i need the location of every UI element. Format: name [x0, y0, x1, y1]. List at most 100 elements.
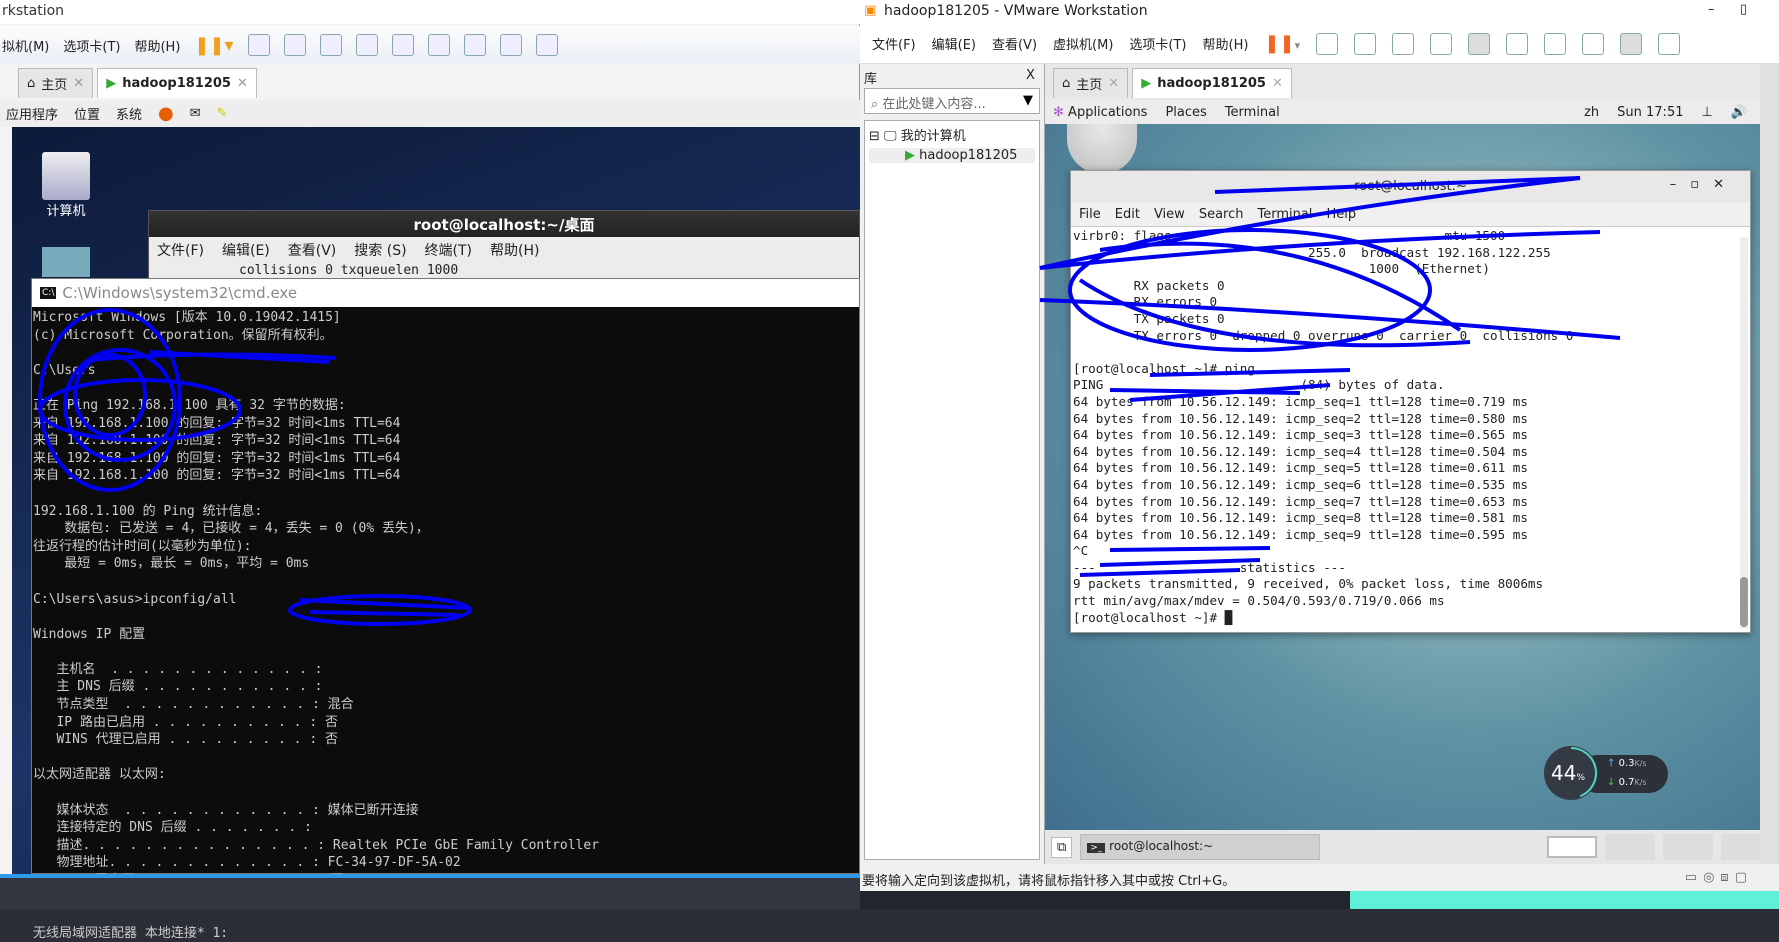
clock[interactable]: Sun 17:51: [1617, 105, 1683, 120]
snapshot-icon[interactable]: [283, 34, 306, 56]
firefox-icon[interactable]: ●: [158, 103, 174, 124]
menu-search[interactable]: Search: [1199, 207, 1244, 222]
applications-menu[interactable]: ✻ Applications: [1053, 105, 1147, 120]
message-icon[interactable]: ▢: [1735, 870, 1753, 885]
menu-terminal[interactable]: Terminal: [1257, 207, 1312, 222]
unity-icon[interactable]: [499, 34, 522, 56]
terminal-line: 64 bytes from 10.56.12.149: icmp_seq=8 t…: [1073, 510, 1528, 526]
send-keys-icon[interactable]: [247, 34, 270, 56]
workspace-2[interactable]: [1605, 834, 1655, 860]
network-adapter-icon[interactable]: ⧈: [1720, 870, 1734, 885]
menu-view[interactable]: 查看(V): [992, 34, 1037, 53]
terminal-menu[interactable]: Terminal: [1225, 105, 1280, 120]
hdd-icon[interactable]: ▭: [1685, 870, 1703, 885]
cmd-line: IP 路由已启用 . . . . . . . . . . : 否: [33, 714, 338, 730]
library-view-icon[interactable]: [1468, 32, 1491, 55]
menu-help[interactable]: Help: [1326, 207, 1356, 222]
stretch-icon[interactable]: [1658, 32, 1681, 55]
menu-view[interactable]: View: [1154, 207, 1185, 222]
close-icon[interactable]: ✕: [1272, 76, 1283, 91]
close-icon[interactable]: ✕: [1108, 76, 1119, 91]
chevron-down-icon[interactable]: ▼: [1023, 93, 1033, 108]
library-search-input[interactable]: ⌕ 在此处键入内容... ▼: [864, 88, 1040, 114]
library-view-icon[interactable]: [391, 34, 414, 56]
notes-icon[interactable]: ✎: [217, 106, 228, 121]
minimize-icon[interactable]: –: [1708, 2, 1715, 17]
volume-icon[interactable]: 🔊: [1731, 105, 1747, 120]
places-menu[interactable]: Places: [1165, 105, 1206, 120]
menu-file[interactable]: 文件(F): [872, 34, 916, 53]
tab-hadoop[interactable]: ▶ hadoop181205 ✕: [97, 68, 257, 98]
snapshot-icon[interactable]: [1354, 32, 1377, 55]
close-icon[interactable]: ✕: [1713, 177, 1738, 192]
input-language[interactable]: zh: [1584, 105, 1599, 120]
unity-icon[interactable]: [1582, 32, 1605, 55]
close-icon[interactable]: ✕: [73, 76, 84, 91]
menu-view[interactable]: 查看(V): [288, 240, 337, 260]
workspace-4[interactable]: [1721, 834, 1761, 860]
maximize-icon[interactable]: ▯: [1740, 2, 1747, 17]
guest-terminal-window: root@localhost:~/桌面 文件(F) 编辑(E) 查看(V) 搜索…: [148, 210, 860, 280]
tab-home[interactable]: ⌂ 主页 ✕: [1053, 68, 1129, 98]
menu-edit[interactable]: Edit: [1115, 207, 1140, 222]
minimize-icon[interactable]: –: [1670, 177, 1691, 192]
menu-search[interactable]: 搜索 (S): [354, 240, 406, 260]
cmd-output[interactable]: Microsoft Windows [版本 10.0.19042.1415] (c…: [32, 307, 859, 942]
disc-icon[interactable]: [1067, 124, 1137, 174]
tree-item-my-computer[interactable]: ⊟ 🖵 我的计算机: [869, 125, 1035, 144]
pause-icon[interactable]: ❚❚▾: [1264, 33, 1300, 54]
revert-snapshot-icon[interactable]: [1392, 32, 1415, 55]
panel-applications[interactable]: 应用程序: [6, 104, 58, 123]
scrollbar-thumb[interactable]: [1740, 577, 1748, 627]
tab-home[interactable]: ⌂ 主页 ✕: [18, 68, 94, 98]
panel-places[interactable]: 位置: [74, 104, 100, 123]
snapshot-manager-icon[interactable]: [1430, 32, 1453, 55]
tab-hadoop[interactable]: ▶ hadoop181205 ✕: [1132, 68, 1292, 98]
snapshot-manager-icon[interactable]: [355, 34, 378, 56]
menu-edit[interactable]: 编辑(E): [222, 240, 270, 260]
network-icon[interactable]: ⊥: [1701, 105, 1712, 120]
terminal-line: RX errors 0: [1073, 294, 1218, 310]
menu-file[interactable]: File: [1079, 207, 1101, 222]
menu-terminal[interactable]: 终端(T): [425, 240, 472, 260]
network-speed-widget[interactable]: 44% ↑ 0.3K/s ↓ 0.7K/s: [1543, 745, 1668, 801]
gnome-bottom-bar: ⧉ >_ root@localhost:~: [1045, 830, 1761, 864]
cd-icon[interactable]: ◎: [1703, 870, 1720, 885]
menu-file[interactable]: 文件(F): [157, 240, 204, 260]
menu-tabs[interactable]: 选项卡(T): [1129, 34, 1186, 53]
menu-vm[interactable]: 虚拟机(M): [1053, 34, 1113, 53]
thumbnail-icon[interactable]: [1506, 32, 1529, 55]
close-icon[interactable]: ✕: [237, 76, 248, 91]
terminal-scrollbar[interactable]: [1740, 237, 1748, 629]
fullscreen-icon[interactable]: [1544, 32, 1567, 55]
workspace-3[interactable]: [1663, 834, 1713, 860]
revert-snapshot-icon[interactable]: [319, 34, 342, 56]
library-close-button[interactable]: X: [1026, 68, 1035, 83]
menu-help[interactable]: 帮助(H): [1203, 34, 1249, 53]
fullscreen-icon[interactable]: [463, 34, 486, 56]
terminal-line: [root@localhost ~]# █: [1073, 609, 1233, 625]
folder-icon[interactable]: [42, 247, 90, 277]
send-keys-icon[interactable]: [1316, 32, 1339, 55]
desktop-icon-computer[interactable]: 计算机: [36, 152, 96, 219]
thumbnail-icon[interactable]: [427, 34, 450, 56]
console-view-icon[interactable]: [1620, 32, 1643, 55]
menu-tabs[interactable]: 选项卡(T): [63, 36, 120, 55]
menu-edit[interactable]: 编辑(E): [932, 34, 976, 53]
panel-system[interactable]: 系统: [116, 104, 142, 123]
vm-scrollbar[interactable]: [1760, 64, 1779, 864]
wallpaper-strip: [1350, 891, 1779, 909]
tree-item-hadoop[interactable]: ▶ hadoop181205: [869, 148, 1035, 163]
terminal-output[interactable]: virbr0: flags mtu 1500 255.0 broadcast 1…: [1071, 227, 1750, 627]
pause-icon[interactable]: ❚❚▾: [194, 35, 233, 56]
show-desktop-icon[interactable]: ⧉: [1051, 836, 1073, 858]
maximize-icon[interactable]: ▫: [1690, 177, 1713, 192]
console-view-icon[interactable]: [535, 34, 558, 56]
taskbar-terminal[interactable]: >_ root@localhost:~: [1080, 834, 1321, 860]
collapse-icon[interactable]: ⊟: [869, 129, 880, 144]
menu-help[interactable]: 帮助(H): [134, 36, 180, 55]
mail-icon[interactable]: ✉: [190, 106, 201, 121]
workspace-1[interactable]: [1547, 836, 1597, 858]
menu-help[interactable]: 帮助(H): [490, 240, 539, 260]
menu-vm[interactable]: 拟机(M): [2, 36, 49, 55]
